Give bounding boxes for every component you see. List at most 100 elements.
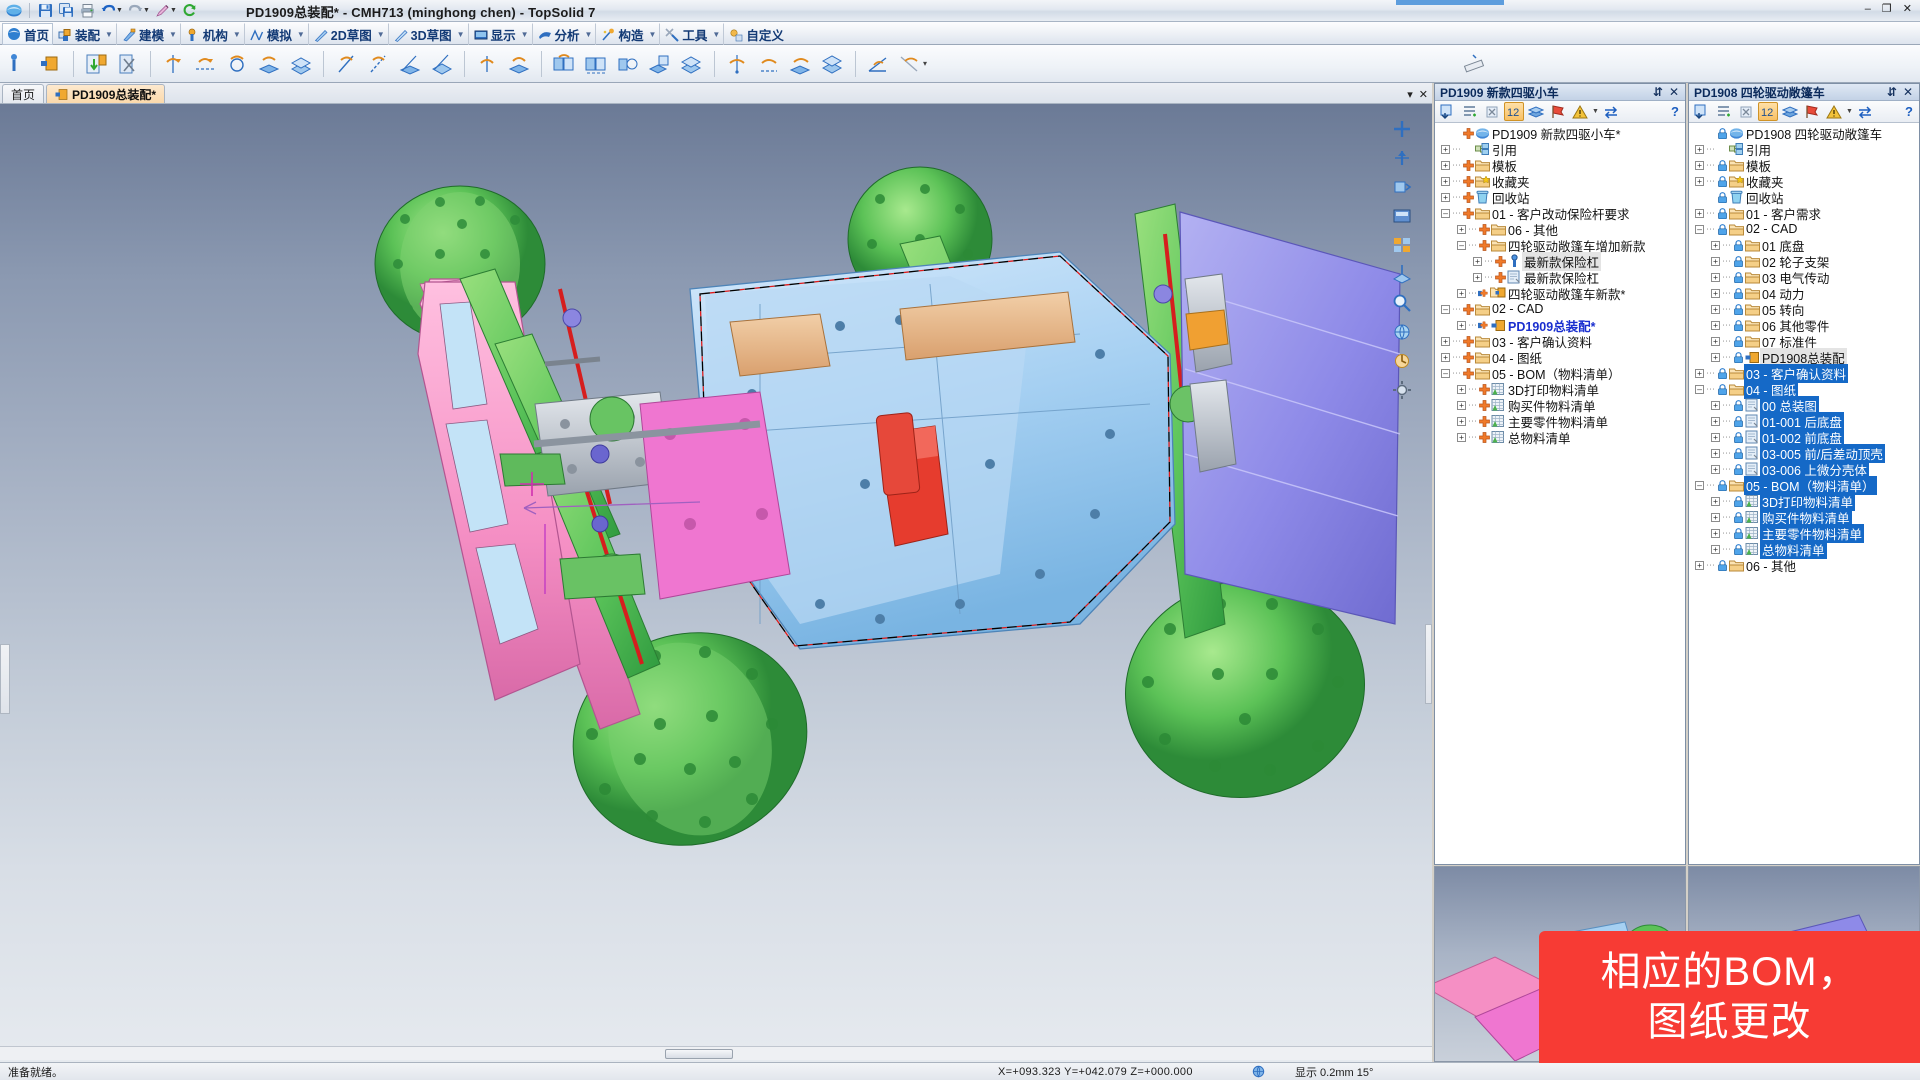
undo-icon[interactable]: [98, 2, 118, 20]
tree-collapse-icon[interactable]: –: [1695, 224, 1704, 234]
analysis-chevron-down-icon[interactable]: ▼: [585, 30, 593, 39]
pd1908-tree[interactable]: PD1908 四轮驱动敞篷车 + ⋯ 引用 + ⋯ 模板 + ⋯ 收藏夹 回收站 + ⋯ 01 - 客户需…: [1689, 123, 1919, 863]
pan-icon[interactable]: [1387, 145, 1417, 171]
tree-expand-icon[interactable]: +: [1711, 240, 1720, 250]
settings-gear-icon[interactable]: [1387, 377, 1417, 403]
tree-expand-icon[interactable]: +: [1695, 560, 1704, 570]
tree-item[interactable]: PD1908 四轮驱动敞篷车: [1691, 125, 1919, 142]
mechanism-chevron-down-icon[interactable]: ▼: [233, 30, 241, 39]
mirror-line-icon[interactable]: [754, 48, 784, 80]
mirror-plane-icon[interactable]: [818, 48, 848, 80]
ribbon-tab-construction[interactable]: 构造 ▼: [596, 23, 661, 45]
tree-expand-icon[interactable]: +: [1695, 160, 1704, 170]
layers-icon[interactable]: [1526, 102, 1546, 121]
layers-icon[interactable]: [1780, 102, 1800, 121]
simulation-chevron-down-icon[interactable]: ▼: [297, 30, 305, 39]
tree-expand-icon[interactable]: +: [1711, 336, 1720, 346]
tree-expand-icon[interactable]: +: [1441, 176, 1450, 186]
ribbon-tab-home[interactable]: 首页: [2, 23, 54, 45]
insert-part-icon[interactable]: [4, 48, 34, 80]
tree-expand-icon[interactable]: +: [1711, 256, 1720, 266]
tree-collapse-icon[interactable]: –: [1441, 304, 1450, 314]
tree-item[interactable]: + ⋯ 01 - 客户需求: [1691, 205, 1919, 222]
tree-collapse-icon[interactable]: –: [1441, 208, 1450, 218]
alert-icon[interactable]: [1570, 102, 1590, 121]
collapse-tree-icon[interactable]: [1736, 102, 1756, 121]
axis-plane-icon[interactable]: [427, 48, 457, 80]
tree-item[interactable]: PD1909 新款四驱小车*: [1437, 125, 1685, 142]
tree-expand-icon[interactable]: +: [1441, 192, 1450, 202]
constraint-face-icon[interactable]: [254, 48, 284, 80]
tree-expand-icon[interactable]: +: [1441, 352, 1450, 362]
pd1909-tree[interactable]: PD1909 新款四驱小车* + ⋯ 引用 + ⋯ 模板 + ⋯ 收藏夹 + ⋯ 回收站 – ⋯ 01 - 客…: [1435, 123, 1685, 863]
rotate-face-icon[interactable]: [504, 48, 534, 80]
tree-expand-icon[interactable]: +: [1473, 256, 1482, 266]
tree-expand-icon[interactable]: +: [1457, 432, 1466, 442]
redo-dropdown-icon[interactable]: ▼: [143, 7, 151, 14]
tree-expand-icon[interactable]: +: [1711, 432, 1720, 442]
alert-icon[interactable]: [1824, 102, 1844, 121]
collapse-tree-icon[interactable]: [1482, 102, 1502, 121]
tree-item[interactable]: + ⋯ 模板: [1691, 157, 1919, 174]
toolbar-overflow-chevron-icon[interactable]: ▾: [923, 59, 927, 68]
save-icon[interactable]: [35, 2, 55, 20]
doc-tab-minimize-button[interactable]: ▾: [1407, 88, 1413, 101]
tree-item[interactable]: + ⋯ 模板: [1437, 157, 1685, 174]
axis-point-icon[interactable]: [331, 48, 361, 80]
numbering-icon[interactable]: 12: [1758, 102, 1778, 121]
angle-constraint-icon[interactable]: [863, 48, 893, 80]
tree-expand-icon[interactable]: +: [1441, 336, 1450, 346]
tree-expand-icon[interactable]: +: [1441, 144, 1450, 154]
ribbon-tab-mechanism[interactable]: 机构 ▼: [181, 23, 245, 45]
tree-expand-icon[interactable]: +: [1457, 384, 1466, 394]
tree-expand-icon[interactable]: +: [1695, 176, 1704, 186]
tree-expand-icon[interactable]: +: [1711, 464, 1720, 474]
constraint-point-icon[interactable]: [158, 48, 188, 80]
tree-item[interactable]: – ⋯ 01 - 客户改动保险杆要求: [1437, 205, 1685, 222]
alert-chevron-down-icon[interactable]: ▼: [1592, 108, 1599, 115]
tree-expand-icon[interactable]: +: [1711, 320, 1720, 330]
tree-expand-icon[interactable]: +: [1711, 512, 1720, 522]
tree-expand-icon[interactable]: +: [1457, 288, 1466, 298]
tree-expand-icon[interactable]: +: [1711, 544, 1720, 554]
alert-chevron-down-icon[interactable]: ▼: [1846, 108, 1853, 115]
zoom-all-icon[interactable]: [1387, 116, 1417, 142]
mirror-point-icon[interactable]: [722, 48, 752, 80]
display-chevron-down-icon[interactable]: ▼: [521, 30, 529, 39]
tree-expand-icon[interactable]: +: [1711, 448, 1720, 458]
constraint-arc-icon[interactable]: [222, 48, 252, 80]
tree-item[interactable]: + ⋯ 四轮驱动敞篷车新款*: [1437, 285, 1685, 302]
tree-expand-icon[interactable]: +: [1457, 400, 1466, 410]
print-icon[interactable]: [77, 2, 97, 20]
measure-tool-icon[interactable]: [1460, 48, 1490, 80]
tree-expand-icon[interactable]: +: [1695, 208, 1704, 218]
sync-icon[interactable]: [1855, 102, 1875, 121]
tree-expand-icon[interactable]: +: [1695, 368, 1704, 378]
tree-expand-icon[interactable]: +: [1711, 352, 1720, 362]
construction-chevron-down-icon[interactable]: ▼: [648, 30, 656, 39]
tree-expand-icon[interactable]: +: [1457, 416, 1466, 426]
ribbon-tab-sketch3d[interactable]: 3D草图 ▼: [389, 23, 469, 45]
tree-expand-icon[interactable]: +: [1711, 304, 1720, 314]
sketch3d-chevron-down-icon[interactable]: ▼: [457, 30, 465, 39]
pattern-point-icon[interactable]: [549, 48, 579, 80]
globe-view-icon[interactable]: [1387, 319, 1417, 345]
pattern-plane-icon[interactable]: [677, 48, 707, 80]
tree-item[interactable]: + ⋯ 03 - 客户确认资料: [1437, 333, 1685, 350]
ribbon-tab-display[interactable]: 显示 ▼: [469, 23, 533, 45]
flag-icon[interactable]: [1802, 102, 1822, 121]
viewport-right-collapse-handle[interactable]: [1425, 624, 1432, 704]
status-globe-icon[interactable]: [1252, 1065, 1265, 1078]
ribbon-tab-customize[interactable]: 自定义: [724, 23, 788, 45]
expand-tree-icon[interactable]: [1460, 102, 1480, 121]
tree-expand-icon[interactable]: +: [1441, 160, 1450, 170]
tree-expand-icon[interactable]: +: [1711, 528, 1720, 538]
ribbon-tab-analysis[interactable]: 分析 ▼: [533, 23, 597, 45]
tree-item[interactable]: + ⋯ 引用: [1437, 141, 1685, 158]
pd1908-close-button[interactable]: ✕: [1900, 85, 1916, 99]
section-view-icon[interactable]: [1387, 261, 1417, 287]
maximize-button[interactable]: ❐: [1878, 2, 1896, 16]
viewport-horizontal-scrollbar[interactable]: [0, 1046, 1432, 1060]
doc-tab-pd1909-assembly[interactable]: PD1909总装配*: [46, 84, 166, 103]
sketch2d-chevron-down-icon[interactable]: ▼: [377, 30, 385, 39]
